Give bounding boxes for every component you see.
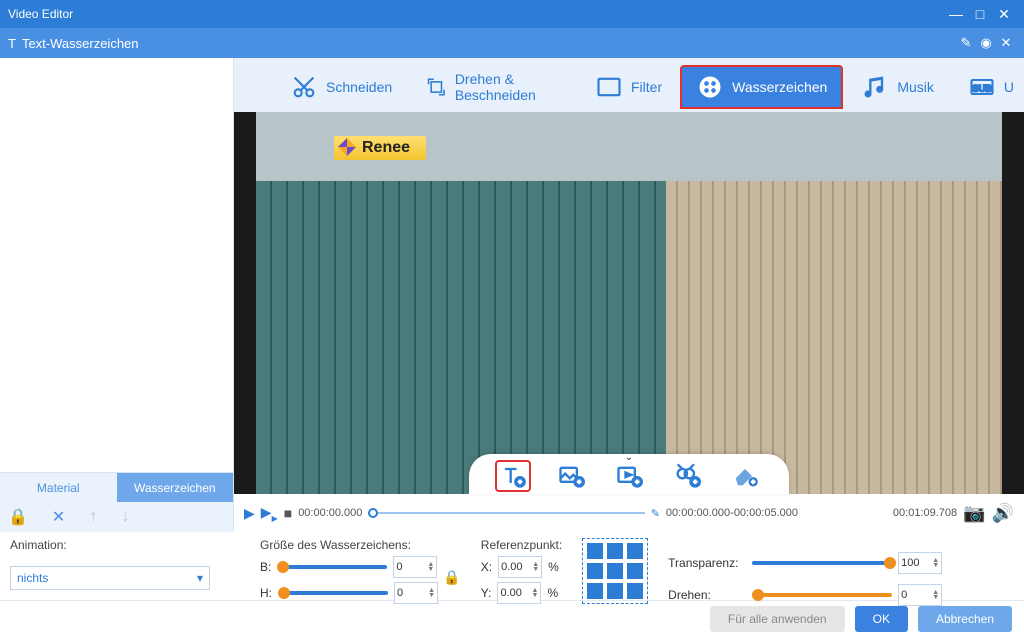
timeline-track[interactable] [368, 508, 644, 518]
pen-icon[interactable]: ✎ [651, 507, 660, 520]
edit-icon[interactable]: ✎ [956, 35, 976, 51]
chevron-down-icon[interactable]: ⌄ [625, 452, 633, 463]
height-slider[interactable] [278, 591, 388, 595]
properties-panel: Animation: nichts ▾ Größe des Wasserzeic… [0, 532, 1024, 600]
timeline: ▶ ▶▶ ■ 00:00:00.000 ✎ 00:00:00.000-00:00… [234, 494, 1024, 532]
app-title: Video Editor [8, 7, 73, 21]
rotate-crop-icon [426, 73, 447, 101]
size-label: Größe des Wasserzeichens: [260, 538, 461, 552]
footer: Für alle anwenden OK Abbrechen [0, 600, 1024, 636]
tab-wasserzeichen-top[interactable]: Wasserzeichen [680, 65, 843, 109]
animation-select[interactable]: nichts ▾ [10, 566, 210, 590]
rotate-slider[interactable] [752, 593, 892, 597]
width-label: B: [260, 560, 271, 574]
stop-button[interactable]: ■ [284, 505, 292, 521]
tab-drehen[interactable]: Drehen & Beschneiden [410, 63, 577, 111]
close-layer-icon[interactable]: ✕ [996, 35, 1016, 51]
layer-title: Text-Wasserzeichen [22, 36, 139, 51]
chevron-down-icon: ▾ [197, 571, 203, 585]
video-preview[interactable]: Renee ⌄ [234, 112, 1024, 494]
height-label: H: [260, 586, 272, 600]
erase-watermark-button[interactable] [727, 460, 763, 492]
apply-all-button[interactable]: Für alle anwenden [710, 606, 845, 632]
add-video-watermark-button[interactable] [611, 460, 647, 492]
time-range: 00:00:00.000-00:00:05.000 [666, 507, 798, 519]
tab-musik[interactable]: Musik [845, 65, 950, 109]
reference-grid[interactable] [582, 538, 648, 604]
tab-schneiden[interactable]: Schneiden [274, 65, 408, 109]
move-down-icon[interactable]: ↓ [121, 508, 129, 526]
rotate-input[interactable]: 0▲▼ [898, 584, 942, 606]
y-label: Y: [481, 586, 492, 600]
snapshot-icon[interactable]: 📷 [963, 503, 985, 524]
titlebar: Video Editor — □ ✕ [0, 0, 1024, 28]
add-toolbar: ⌄ [469, 454, 789, 494]
video-frame [256, 112, 1002, 494]
width-slider[interactable] [277, 565, 387, 569]
add-text-watermark-button[interactable] [495, 460, 531, 492]
layer-header: T Text-Wasserzeichen ✎ ◉ ✕ [0, 28, 1024, 58]
top-tab-bar: Schneiden Drehen & Beschneiden Filter Wa… [234, 58, 1024, 112]
volume-icon[interactable]: 🔊 [992, 503, 1014, 524]
minimize-button[interactable]: — [944, 6, 968, 22]
close-button[interactable]: ✕ [992, 6, 1016, 23]
layer-list-empty [0, 58, 233, 472]
watermark-icon [696, 73, 724, 101]
text-icon: T [8, 36, 16, 51]
refpoint-label: Referenzpunkt: [481, 538, 562, 552]
cancel-button[interactable]: Abbrechen [918, 606, 1012, 632]
filter-icon [595, 73, 623, 101]
tab-untertitel[interactable]: SUB U [952, 65, 1020, 109]
ok-button[interactable]: OK [855, 606, 908, 632]
music-icon [861, 73, 889, 101]
y-input[interactable]: 0.00▲▼ [497, 582, 541, 604]
x-label: X: [481, 560, 492, 574]
cut-icon [290, 73, 318, 101]
subtitle-icon: SUB [968, 73, 996, 101]
transparency-slider[interactable] [752, 561, 892, 565]
play-button[interactable]: ▶ [244, 505, 255, 522]
x-input[interactable]: 0.00▲▼ [498, 556, 542, 578]
transparency-input[interactable]: 100▲▼ [898, 552, 942, 574]
width-input[interactable]: 0▲▼ [393, 556, 437, 578]
transparency-label: Transparenz: [668, 556, 746, 570]
visibility-icon[interactable]: ◉ [976, 35, 996, 51]
time-start: 00:00:00.000 [298, 507, 362, 519]
move-up-icon[interactable]: ↑ [89, 508, 97, 526]
tab-wasserzeichen[interactable]: Wasserzeichen [117, 473, 234, 502]
play-segment-button[interactable]: ▶▶ [261, 504, 278, 523]
svg-text:SUB: SUB [972, 84, 991, 94]
tab-material[interactable]: Material [0, 473, 117, 502]
maximize-button[interactable]: □ [968, 6, 992, 22]
add-image-watermark-button[interactable] [553, 460, 589, 492]
tab-filter[interactable]: Filter [579, 65, 678, 109]
animation-label: Animation: [10, 538, 240, 552]
watermark-overlay[interactable]: Renee [334, 136, 426, 160]
remove-watermark-button[interactable] [669, 460, 705, 492]
time-end: 00:01:09.708 [893, 507, 957, 519]
lock-icon[interactable]: 🔒 [8, 507, 28, 527]
lock-ratio-icon[interactable]: 🔒 [443, 569, 460, 586]
height-input[interactable]: 0▲▼ [394, 582, 438, 604]
delete-icon[interactable]: ✕ [52, 507, 65, 527]
